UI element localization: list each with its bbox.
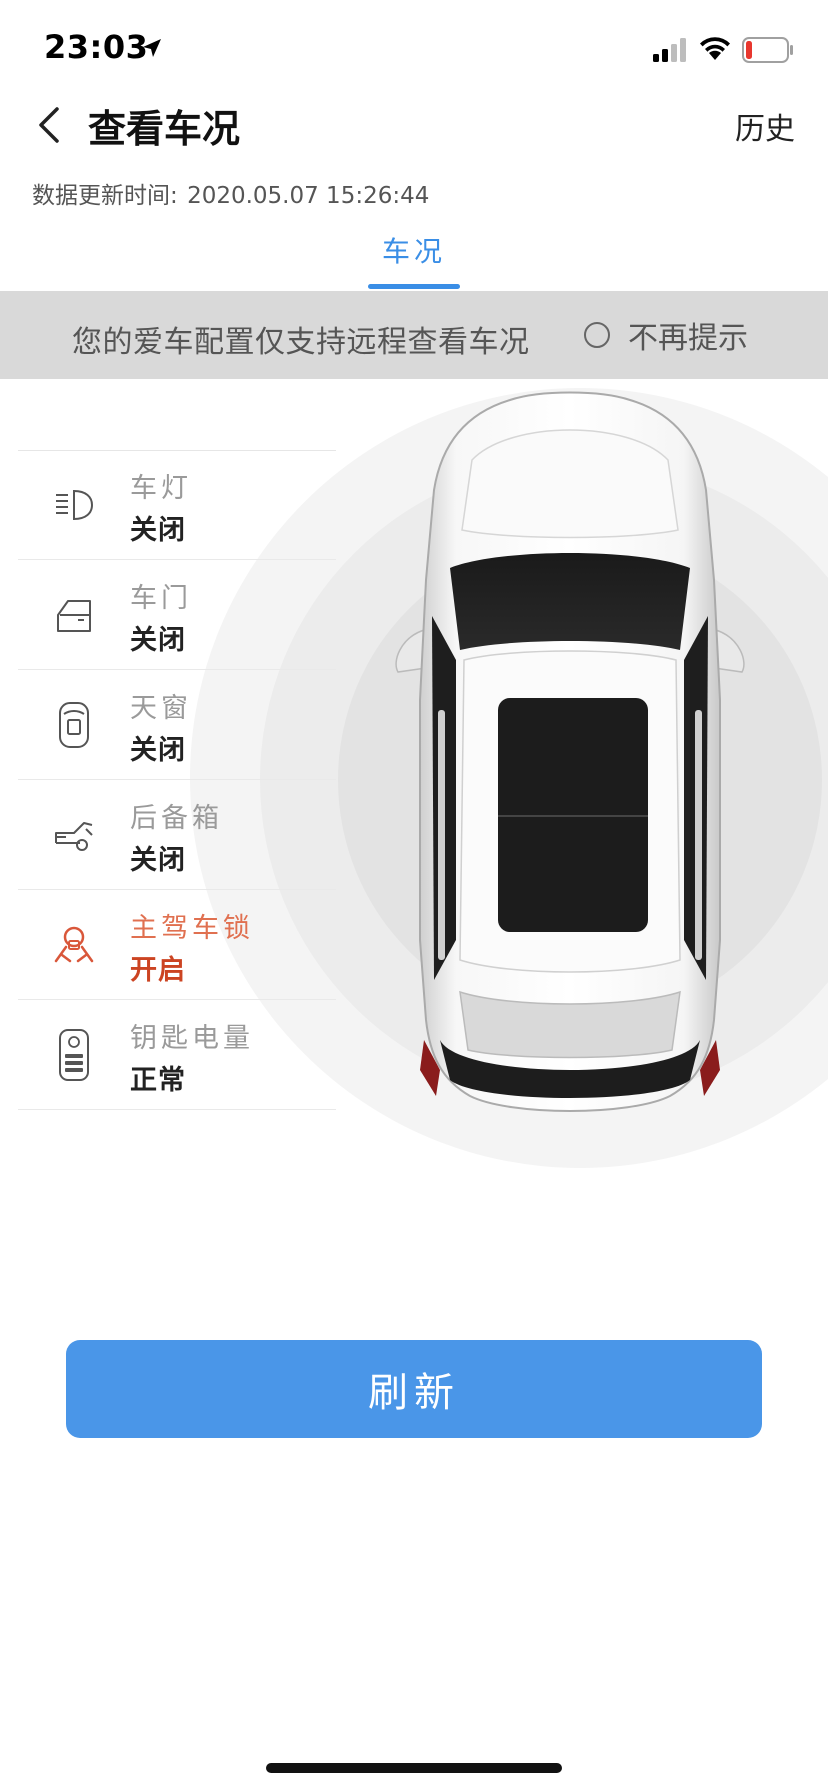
tab-indicator (368, 284, 460, 289)
status-item-value: 关闭 (130, 845, 186, 876)
location-arrow-icon (143, 39, 161, 57)
notice-bar: 您的爱车配置仅支持远程查看车况 不再提示 (0, 291, 828, 379)
car-top-view-image (395, 391, 745, 1112)
status-bar: 23:03 (0, 0, 828, 100)
home-indicator[interactable] (266, 1763, 562, 1773)
driver-lock-icon (52, 920, 96, 970)
status-item-value: 正常 (130, 1065, 186, 1096)
status-item-value: 开启 (130, 955, 186, 986)
radio-circle-icon[interactable] (584, 322, 610, 348)
status-time: 23:03 (44, 28, 149, 66)
status-item-label: 车门 (130, 583, 192, 614)
status-item-value: 关闭 (130, 625, 186, 656)
vehicle-status-list: 车灯 关闭 车门 关闭 天窗 关闭 后备箱 关闭 主驾车锁 开启 钥匙电量 正常 (18, 450, 336, 1110)
status-item-door: 车门 关闭 (18, 560, 336, 670)
status-item-key-battery: 钥匙电量 正常 (18, 1000, 336, 1110)
status-item-trunk: 后备箱 关闭 (18, 780, 336, 890)
refresh-button[interactable]: 刷新 (66, 1340, 762, 1438)
back-button[interactable] (24, 100, 74, 150)
status-item-sunroof: 天窗 关闭 (18, 670, 336, 780)
tab-bar: 车况 (0, 224, 828, 290)
dont-remind-label: 不再提示 (628, 321, 748, 356)
status-item-label: 钥匙电量 (130, 1023, 254, 1054)
status-item-headlight: 车灯 关闭 (18, 450, 336, 560)
history-button[interactable]: 历史 (735, 104, 795, 148)
status-item-value: 关闭 (130, 515, 186, 546)
status-item-label: 后备箱 (130, 803, 223, 834)
status-item-driver-lock: 主驾车锁 开启 (18, 890, 336, 1000)
update-time-label: 数据更新时间: (32, 183, 178, 209)
nav-bar: 查看车况 历史 (0, 92, 828, 156)
wifi-icon (700, 37, 730, 60)
status-item-label: 车灯 (130, 473, 192, 504)
key-fob-icon (52, 1029, 96, 1081)
tab-vehicle-status[interactable]: 车况 (368, 230, 460, 290)
data-update-time: 数据更新时间: 2020.05.07 15:26:44 (30, 176, 429, 210)
car-door-icon (52, 590, 96, 640)
dont-remind-toggle[interactable]: 不再提示 (584, 309, 748, 361)
cellular-signal-icon (653, 38, 686, 62)
page-title: 查看车况 (88, 107, 241, 151)
sunroof-icon (52, 700, 96, 750)
chevron-left-icon (39, 107, 59, 143)
headlight-icon (52, 480, 96, 530)
status-item-label: 天窗 (130, 693, 192, 724)
status-item-label: 主驾车锁 (130, 913, 254, 944)
notice-text: 您的爱车配置仅支持远程查看车况 (72, 325, 530, 360)
update-time-value: 2020.05.07 15:26:44 (187, 183, 430, 209)
trunk-icon (52, 810, 96, 860)
status-item-value: 关闭 (130, 735, 186, 766)
battery-low-icon (742, 37, 793, 63)
